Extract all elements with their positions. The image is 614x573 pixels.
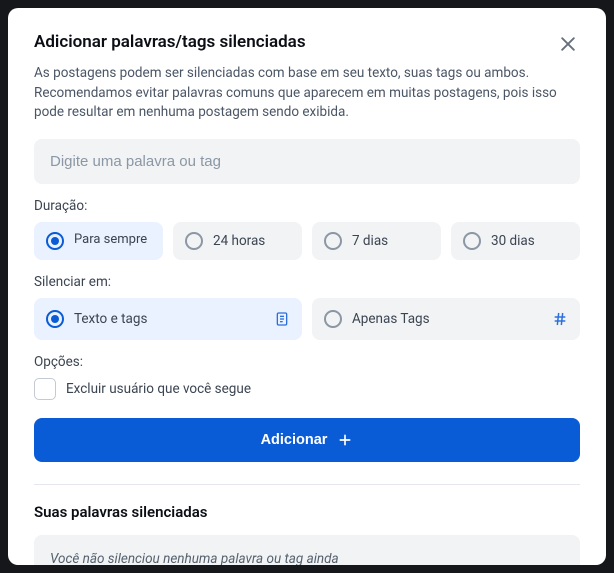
duration-option-label: Para sempre [74, 233, 147, 248]
modal-description: As postagens podem ser silenciadas com b… [34, 64, 580, 123]
duration-option-label: 30 dias [491, 233, 535, 249]
duration-option-7d[interactable]: 7 dias [312, 222, 441, 260]
hashtag-icon [552, 311, 568, 327]
radio-icon [185, 232, 203, 250]
text-page-icon [274, 311, 290, 327]
exclude-followed-checkbox[interactable] [34, 378, 56, 400]
mute-in-tags-only[interactable]: Apenas Tags [312, 298, 580, 340]
modal-title: Adicionar palavras/tags silenciadas [34, 32, 306, 52]
mute-in-option-label: Texto e tags [74, 311, 147, 327]
mute-in-options: Texto e tags Apenas Tags [34, 298, 580, 340]
close-icon [558, 34, 578, 54]
muted-words-empty: Você não silenciou nenhuma palavra ou ta… [34, 535, 580, 565]
duration-option-24h[interactable]: 24 horas [173, 222, 302, 260]
section-divider [34, 484, 580, 485]
duration-option-label: 24 horas [213, 233, 265, 249]
mute-words-modal: Adicionar palavras/tags silenciadas As p… [8, 8, 606, 565]
duration-option-label: 7 dias [352, 233, 388, 249]
duration-option-forever[interactable]: Para sempre [34, 222, 163, 260]
add-button[interactable]: Adicionar [34, 418, 580, 462]
duration-label: Duração: [34, 198, 580, 214]
add-button-label: Adicionar [261, 432, 328, 448]
radio-icon [46, 232, 64, 250]
close-button[interactable] [556, 32, 580, 56]
word-input-row [34, 139, 580, 184]
word-input[interactable] [34, 139, 580, 184]
mute-in-text-and-tags[interactable]: Texto e tags [34, 298, 302, 340]
mute-in-label: Silenciar em: [34, 274, 580, 290]
muted-words-title: Suas palavras silenciadas [34, 503, 580, 521]
mute-in-option-label: Apenas Tags [352, 311, 430, 327]
plus-icon [337, 432, 353, 448]
options-label: Opções: [34, 354, 580, 370]
radio-icon [324, 310, 342, 328]
modal-header: Adicionar palavras/tags silenciadas [34, 32, 580, 56]
radio-icon [324, 232, 342, 250]
radio-icon [46, 310, 64, 328]
radio-icon [463, 232, 481, 250]
duration-options: Para sempre 24 horas 7 dias 30 dias [34, 222, 580, 260]
exclude-followed-row: Excluir usuário que você segue [34, 378, 580, 400]
exclude-followed-label[interactable]: Excluir usuário que você segue [66, 381, 251, 397]
duration-option-30d[interactable]: 30 dias [451, 222, 580, 260]
